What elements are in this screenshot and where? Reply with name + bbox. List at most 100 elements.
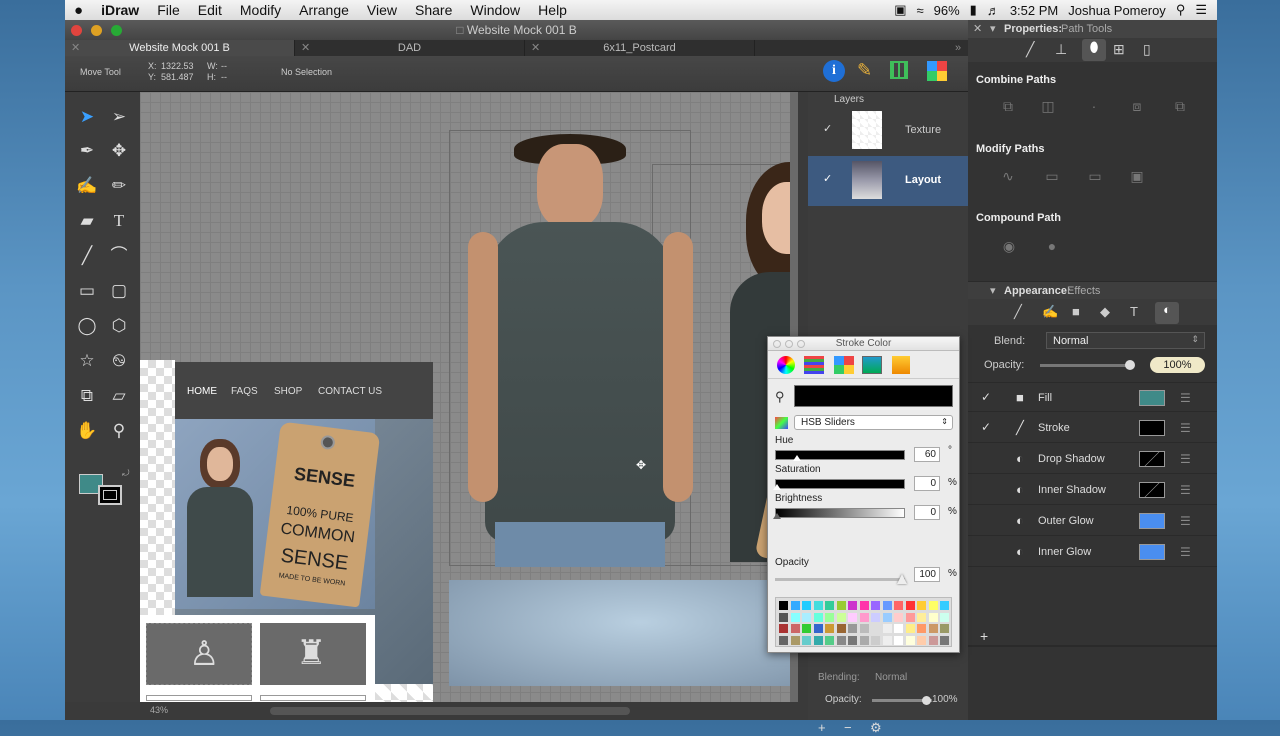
color-swatch[interactable] [836, 635, 846, 645]
color-swatch[interactable] [802, 601, 811, 610]
color-swatch[interactable] [790, 624, 800, 633]
color-swatch[interactable] [790, 601, 800, 610]
minimize-popup-button[interactable] [785, 340, 793, 348]
color-swatch[interactable] [905, 612, 915, 622]
color-palettes-icon[interactable] [834, 356, 854, 374]
x-value[interactable]: 1322.53 [161, 61, 194, 71]
effect-checkbox[interactable] [981, 545, 993, 557]
apple-menu-icon[interactable]: ● [65, 2, 92, 19]
color-swatch[interactable] [917, 624, 926, 633]
color-swatch[interactable] [825, 635, 834, 645]
menu-edit[interactable]: Edit [189, 2, 231, 18]
color-swatch[interactable] [882, 635, 892, 645]
collapse-icon[interactable]: ▾ [990, 284, 996, 297]
color-swatch[interactable] [813, 601, 823, 610]
arc-tool-icon[interactable]: ⌒ [108, 245, 130, 267]
ellipse-tool-icon[interactable]: ◯ [76, 315, 98, 337]
divide-icon[interactable]: ⧉ [1168, 96, 1192, 116]
close-popup-button[interactable] [773, 340, 781, 348]
tab-website-mock[interactable]: ✕ Website Mock 001 B [65, 40, 295, 56]
effects-style-icon[interactable]: ◐ [1155, 302, 1179, 324]
color-swatch[interactable] [940, 601, 949, 610]
outline-path-icon[interactable]: ▭ [1040, 166, 1064, 186]
color-swatch[interactable] [859, 601, 869, 610]
user-name[interactable]: Joshua Pomeroy [1068, 3, 1166, 18]
color-swatch[interactable] [779, 624, 788, 633]
minimize-window-button[interactable] [91, 25, 102, 36]
table-tab-icon[interactable]: ⊞ [1113, 41, 1125, 58]
effect-color-swatch[interactable] [1139, 482, 1165, 498]
color-swatch[interactable] [825, 601, 834, 610]
eraser-style-icon[interactable]: ◆ [1100, 304, 1110, 320]
effect-checkbox[interactable]: ✓ [981, 391, 993, 403]
color-swatch[interactable] [825, 612, 834, 622]
y-value[interactable]: 581.487 [161, 72, 194, 82]
color-wheel-icon[interactable] [777, 356, 795, 374]
layer-row-layout[interactable]: ✓ Layout [808, 156, 968, 206]
line-tool-icon[interactable]: ╱ [76, 245, 98, 267]
layer-name[interactable]: Layout [905, 174, 941, 186]
close-panel-icon[interactable]: ✕ [973, 22, 982, 35]
layer-name[interactable]: Texture [905, 124, 941, 136]
effect-checkbox[interactable] [981, 514, 993, 526]
battery-icon[interactable]: ▮ [970, 2, 977, 18]
clock[interactable]: 3:52 PM [1010, 3, 1058, 18]
menu-modify[interactable]: Modify [231, 2, 290, 18]
color-swatch[interactable] [848, 612, 857, 622]
color-swatch[interactable] [894, 624, 903, 633]
layer-opacity-slider[interactable] [872, 696, 932, 705]
effect-checkbox[interactable]: ✓ [981, 421, 993, 433]
color-swatch[interactable] [813, 624, 823, 633]
brightness-slider[interactable] [773, 508, 905, 519]
document-tab-icon[interactable]: ▯ [1143, 41, 1151, 58]
pen-tab-icon[interactable]: ╱ [1026, 41, 1034, 58]
zoom-popup-button[interactable] [797, 340, 805, 348]
menu-share[interactable]: Share [406, 2, 461, 18]
line-style-icon[interactable]: ╱ [1014, 304, 1022, 320]
blend-select[interactable]: Normal ⇕ [1046, 332, 1205, 349]
color-swatch[interactable] [871, 612, 880, 622]
notifications-icon[interactable]: ☰ [1195, 2, 1207, 18]
union-icon[interactable]: ⧉ [996, 96, 1020, 116]
color-swatch[interactable] [928, 601, 938, 610]
color-swatch[interactable] [848, 624, 857, 633]
drag-handle-icon[interactable]: ☰ [1180, 545, 1191, 559]
color-swatch[interactable] [859, 635, 869, 645]
pencil-tool-icon[interactable]: ✏ [108, 175, 130, 197]
saturation-value[interactable]: 0 [914, 476, 940, 491]
stroke-color-well[interactable] [98, 485, 122, 505]
menu-file[interactable]: File [148, 2, 189, 18]
color-swatch[interactable] [928, 612, 938, 622]
color-swatch[interactable] [825, 624, 834, 633]
color-swatch[interactable] [917, 635, 926, 645]
hand-tool-icon[interactable]: ✋ [76, 420, 98, 442]
layer-settings-gear-icon[interactable]: ⚙ [870, 720, 882, 736]
tab-postcard[interactable]: ✕ 6x11_Postcard [525, 40, 755, 56]
polygon-tool-icon[interactable]: ⬡ [108, 315, 130, 337]
text-style-icon[interactable]: T [1130, 304, 1138, 319]
release-compound-icon[interactable]: ● [1040, 236, 1064, 256]
color-swatch[interactable] [882, 612, 892, 622]
effect-row-stroke[interactable]: ✓ ╱ Stroke ☰ [968, 413, 1217, 443]
brightness-value[interactable]: 0 [914, 505, 940, 520]
color-swatch[interactable] [894, 612, 903, 622]
pencil-icon[interactable]: ✎ [857, 60, 872, 81]
skew-tool-icon[interactable]: ▱ [108, 385, 130, 407]
color-swatch[interactable] [836, 612, 846, 622]
menu-view[interactable]: View [358, 2, 406, 18]
effect-color-swatch[interactable] [1139, 390, 1165, 406]
color-swatch[interactable] [859, 624, 869, 633]
color-swatch[interactable] [871, 624, 880, 633]
make-compound-icon[interactable]: ◉ [997, 236, 1021, 256]
color-swatch[interactable] [790, 635, 800, 645]
align-tab-icon[interactable]: ⊥ [1055, 41, 1067, 58]
tab-dad[interactable]: ✕ DAD [295, 40, 525, 56]
magnifier-icon[interactable]: ⚲ [775, 389, 785, 405]
swap-colors-icon[interactable]: ⤾ [122, 468, 130, 479]
smooth-path-icon[interactable]: ∿ [996, 166, 1020, 186]
color-swatch[interactable] [848, 635, 857, 645]
zoom-tool-icon[interactable]: ⚲ [108, 420, 130, 442]
menu-window[interactable]: Window [461, 2, 529, 18]
color-swatch[interactable] [859, 612, 869, 622]
appearance-opacity-field[interactable]: 100% [1150, 357, 1205, 373]
